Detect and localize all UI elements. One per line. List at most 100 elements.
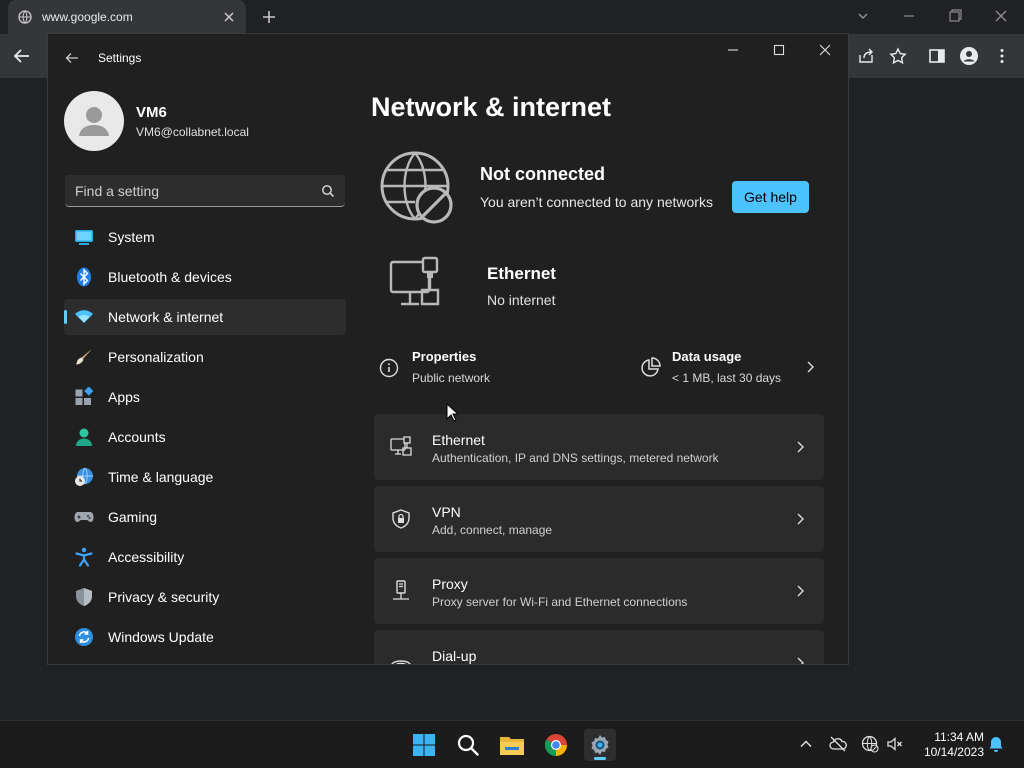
sidebar-item-label: Personalization	[108, 349, 204, 365]
properties-subtitle: Public network	[412, 371, 491, 385]
clock-date: 10/14/2023	[923, 745, 984, 759]
side-panel-icon[interactable]	[927, 46, 947, 66]
sidebar-item-label: Time & language	[108, 469, 214, 485]
brush-icon	[74, 347, 94, 367]
card-title: Proxy	[432, 576, 468, 592]
card-title: VPN	[432, 504, 461, 520]
volume-muted-icon[interactable]	[886, 735, 904, 753]
browser-back-icon[interactable]	[12, 46, 32, 66]
sidebar-item-accessibility[interactable]: Accessibility	[64, 539, 346, 575]
pie-chart-icon	[639, 357, 661, 379]
share-icon[interactable]	[856, 46, 876, 66]
sidebar-item-label: Accounts	[108, 429, 166, 445]
chevron-right-icon	[792, 511, 808, 527]
minimize-icon[interactable]	[899, 6, 919, 26]
clock-time: 11:34 AM	[934, 730, 984, 744]
browser-tab-bar: www.google.com	[0, 0, 1024, 34]
start-button[interactable]	[408, 729, 440, 761]
apps-icon	[74, 387, 94, 407]
file-explorer-button[interactable]	[496, 729, 528, 761]
sidebar-item-label: Bluetooth & devices	[108, 269, 232, 285]
settings-search[interactable]	[65, 175, 345, 207]
chrome-taskbar-button[interactable]	[540, 729, 572, 761]
restore-icon[interactable]	[945, 6, 965, 26]
properties-title: Properties	[412, 349, 477, 364]
sidebar-item-personalization[interactable]: Personalization	[64, 339, 346, 375]
notification-bell-icon[interactable]	[987, 735, 1005, 753]
data-usage-title: Data usage	[672, 349, 742, 364]
accessibility-icon	[74, 547, 94, 567]
chevron-up-icon[interactable]	[797, 735, 815, 753]
back-arrow-icon[interactable]	[64, 50, 80, 66]
proxy-icon	[390, 580, 412, 602]
card-title: Ethernet	[432, 432, 485, 448]
sidebar-item-bluetooth[interactable]: Bluetooth & devices	[64, 259, 346, 295]
data-usage-link[interactable]: Data usage < 1 MB, last 30 days	[639, 344, 848, 392]
sidebar-item-label: Apps	[108, 389, 140, 405]
user-profile[interactable]: VM6 VM6@collabnet.local	[64, 90, 249, 152]
sidebar-item-label: Windows Update	[108, 629, 214, 645]
search-input[interactable]	[75, 182, 321, 199]
sidebar-item-apps[interactable]: Apps	[64, 379, 346, 415]
close-icon[interactable]	[991, 6, 1011, 26]
globe-disconnected-icon	[379, 150, 455, 226]
sidebar-item-gaming[interactable]: Gaming	[64, 499, 346, 535]
proxy-card[interactable]: Proxy Proxy server for Wi-Fi and Etherne…	[374, 558, 824, 624]
ethernet-summary[interactable]: Ethernet No internet	[389, 256, 789, 336]
avatar	[64, 91, 124, 151]
system-clock[interactable]: 11:34 AM 10/14/2023	[912, 730, 984, 760]
network-settings-list: Ethernet Authentication, IP and DNS sett…	[374, 414, 824, 664]
get-help-button[interactable]: Get help	[732, 181, 809, 213]
settings-nav: System Bluetooth & devices Network & int…	[64, 219, 346, 659]
card-title: Dial-up	[432, 648, 477, 664]
settings-taskbar-button[interactable]	[584, 729, 616, 761]
settings-gear-icon	[588, 733, 612, 757]
globe-clock-icon	[74, 467, 94, 487]
sidebar-item-label: Accessibility	[108, 549, 185, 565]
dialup-card[interactable]: Dial-up	[374, 630, 824, 664]
gamepad-icon	[74, 507, 94, 527]
vpn-shield-icon	[390, 508, 412, 530]
system-icon	[74, 227, 94, 247]
sidebar-item-network[interactable]: Network & internet	[64, 299, 346, 335]
sidebar-item-label: Privacy & security	[108, 589, 220, 605]
status-title: Not connected	[480, 164, 606, 184]
ethernet-card[interactable]: Ethernet Authentication, IP and DNS sett…	[374, 414, 824, 480]
card-subtitle: Add, connect, manage	[432, 523, 553, 537]
chrome-logo-icon	[544, 733, 568, 757]
taskbar-search-button[interactable]	[452, 729, 484, 761]
vpn-card[interactable]: VPN Add, connect, manage	[374, 486, 824, 552]
onedrive-offline-icon[interactable]	[829, 735, 847, 753]
kebab-menu-icon[interactable]	[992, 46, 1012, 66]
data-usage-subtitle: < 1 MB, last 30 days	[672, 371, 782, 385]
search-icon[interactable]	[321, 184, 335, 198]
sidebar-item-accounts[interactable]: Accounts	[64, 419, 346, 455]
chevron-right-icon	[802, 359, 818, 375]
card-subtitle: Proxy server for Wi-Fi and Ethernet conn…	[432, 595, 688, 609]
browser-tab[interactable]: www.google.com	[8, 0, 246, 34]
search-icon	[456, 733, 480, 757]
card-subtitle: Authentication, IP and DNS settings, met…	[432, 451, 719, 465]
sidebar-item-privacy[interactable]: Privacy & security	[64, 579, 346, 615]
new-tab-icon[interactable]	[260, 8, 278, 26]
globe-icon	[18, 10, 32, 24]
network-globe-icon[interactable]	[861, 735, 879, 753]
ethernet-icon	[390, 436, 412, 458]
properties-link[interactable]: Properties Public network	[379, 344, 609, 392]
profile-email: VM6@collabnet.local	[136, 124, 249, 139]
close-tab-icon[interactable]	[222, 10, 236, 24]
chevron-right-icon	[792, 439, 808, 455]
sidebar-item-system[interactable]: System	[64, 219, 346, 255]
profile-name: VM6	[136, 103, 167, 121]
sidebar-item-label: Gaming	[108, 509, 158, 525]
wifi-icon	[74, 307, 94, 327]
profile-icon[interactable]	[959, 46, 979, 66]
mouse-cursor-icon	[446, 403, 458, 422]
chevron-right-icon	[792, 655, 808, 664]
sidebar-item-windows-update[interactable]: Windows Update	[64, 619, 346, 655]
sidebar-item-time-language[interactable]: Time & language	[64, 459, 346, 495]
bookmark-star-icon[interactable]	[888, 46, 908, 66]
ethernet-title: Ethernet	[487, 264, 556, 283]
settings-content: Network & internet Not connected You are…	[371, 34, 848, 664]
tab-search-icon[interactable]	[853, 6, 873, 26]
